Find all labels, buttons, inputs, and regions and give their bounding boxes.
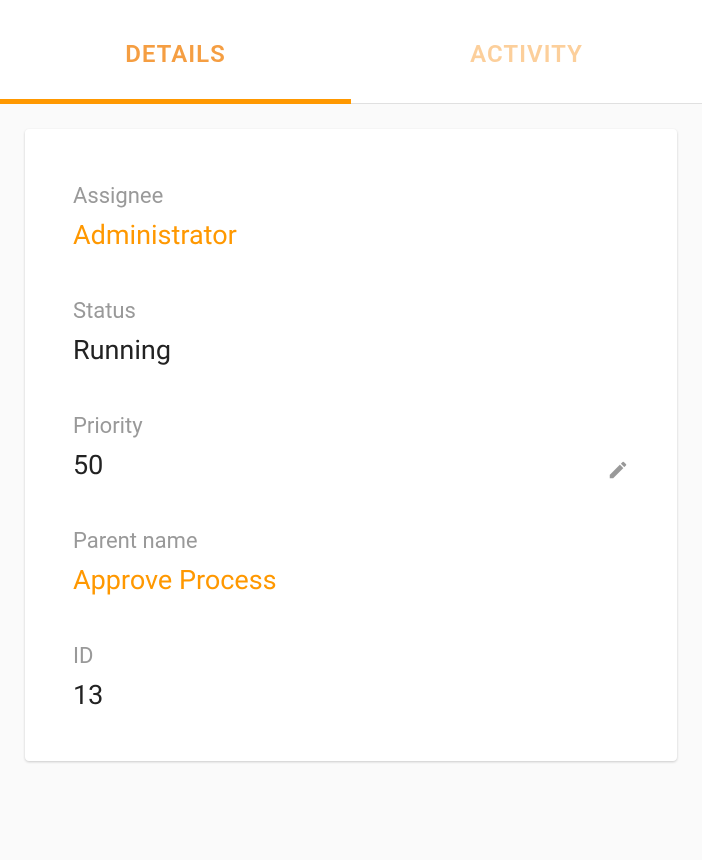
field-id: ID 13 [73, 644, 629, 711]
id-value: 13 [73, 679, 103, 711]
assignee-label: Assignee [73, 184, 629, 209]
priority-value: 50 [73, 449, 103, 481]
field-assignee: Assignee Administrator [73, 184, 629, 251]
assignee-value[interactable]: Administrator [73, 219, 237, 251]
tab-details[interactable]: DETAILS [0, 0, 351, 103]
field-status: Status Running [73, 299, 629, 366]
status-label: Status [73, 299, 629, 324]
priority-label: Priority [73, 414, 629, 439]
status-value: Running [73, 334, 171, 366]
tab-bar: DETAILS ACTIVITY [0, 0, 702, 104]
parent-name-label: Parent name [73, 529, 629, 554]
details-card: Assignee Administrator Status Running Pr… [25, 129, 677, 761]
page-container: DETAILS ACTIVITY Assignee Administrator … [0, 0, 702, 860]
field-priority: Priority 50 [73, 414, 629, 481]
id-label: ID [73, 644, 629, 669]
tab-activity[interactable]: ACTIVITY [351, 0, 702, 103]
field-parent-name: Parent name Approve Process [73, 529, 629, 596]
parent-name-value[interactable]: Approve Process [73, 564, 277, 596]
pencil-icon[interactable] [607, 459, 629, 481]
